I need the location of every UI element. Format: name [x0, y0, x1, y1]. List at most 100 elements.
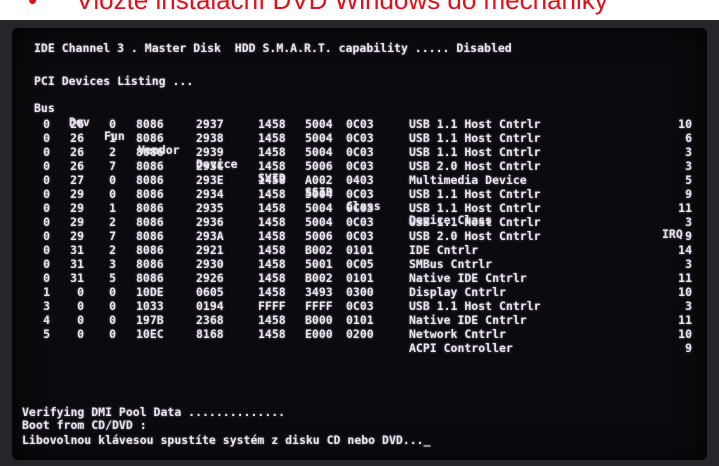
cell-device: 2368	[196, 313, 224, 327]
ide-channel-line: IDE Channel 3 . Master Disk HDD S.M.A.R.…	[34, 41, 512, 55]
cell-vendor: 8086	[136, 173, 164, 187]
cell-device: 293A	[196, 229, 224, 243]
cell-bus: 4	[43, 313, 50, 327]
cell-bus: 0	[43, 173, 50, 187]
cell-irq: 10	[678, 327, 692, 341]
cell-svid: 1458	[258, 117, 286, 131]
cell-irq: 14	[678, 243, 692, 257]
cell-dev: 0	[77, 313, 84, 327]
cell-ssid: B002	[305, 271, 333, 285]
cell-bus: 0	[43, 187, 50, 201]
cell-vendor: 8086	[136, 131, 164, 145]
cell-irq: 6	[685, 131, 692, 145]
cell-dev: 31	[70, 243, 84, 257]
cell-class: 0C03	[346, 201, 374, 215]
table-row: 0 29 0 8086 2934 1458 5004 0C03 USB 1.1 Host Cnt…	[12, 187, 707, 201]
cell-irq: 3	[685, 299, 692, 313]
table-row: 0 26 2 8086 2939 1458 5004 0C03 USB 1.1 Host Cnt…	[12, 145, 707, 159]
cell-irq: 3	[685, 159, 692, 173]
cell-device-class: USB 1.1 Host Cntrlr	[409, 131, 541, 145]
cell-irq: 5	[685, 173, 692, 187]
cell-dev: 29	[70, 187, 84, 201]
caption-text: Vložte instalační DVD Windows do mechani…	[76, 0, 608, 15]
cell-device: 293E	[196, 173, 224, 187]
cell-fun: 0	[109, 187, 116, 201]
cell-device: 2921	[196, 243, 224, 257]
cell-svid: 1458	[258, 229, 286, 243]
cell-svid: 1458	[258, 257, 286, 271]
boot-cd-line: Boot from CD/DVD :	[22, 418, 147, 432]
cell-vendor: 8086	[136, 201, 164, 215]
bios-screen: IDE Channel 3 . Master Disk HDD S.M.A.R.…	[12, 28, 707, 460]
cell-ssid: 5001	[305, 257, 333, 271]
cell-fun: 1	[109, 201, 116, 215]
cell-svid: 1458	[258, 243, 286, 257]
cell-device: 293C	[196, 159, 224, 173]
cell-bus: 0	[43, 215, 50, 229]
table-row: 5 0 0 10EC 8168 1458 E000 0200 Network Cntrlr 10	[12, 327, 707, 341]
cell-class: 0101	[346, 243, 374, 257]
cell-ssid: E000	[305, 327, 333, 341]
cell-vendor: 8086	[136, 243, 164, 257]
cell-device-class: USB 1.1 Host Cntrlr	[409, 299, 541, 313]
text-cursor: .._	[409, 433, 431, 447]
cell-fun: 2	[109, 243, 116, 257]
cell-vendor: 197B	[136, 313, 164, 327]
cell-fun: 0	[109, 313, 116, 327]
cell-device-class: USB 2.0 Host Cntrlr	[409, 229, 541, 243]
photo-frame: IDE Channel 3 . Master Disk HDD S.M.A.R.…	[0, 20, 719, 466]
table-row: 0 31 3 8086 2930 1458 5001 0C05 SMBus Cntrlr 3	[12, 257, 707, 271]
table-row: 0 26 0 8086 2937 1458 5004 0C03 USB 1.1 Host Cnt…	[12, 117, 707, 131]
cell-vendor: 8086	[136, 159, 164, 173]
table-row: 0 29 2 8086 2936 1458 5004 0C03 USB 1.1 Host Cnt…	[12, 215, 707, 229]
cell-ssid: B000	[305, 313, 333, 327]
cell-device-class: USB 1.1 Host Cntrlr	[409, 187, 541, 201]
table-row: 4 0 0 197B 2368 1458 B000 0101 Native IDE Cntrlr…	[12, 313, 707, 327]
cell-irq: 10	[678, 117, 692, 131]
cell-device-class: Display Cntrlr	[409, 285, 506, 299]
cell-dev: 0	[77, 285, 84, 299]
cell-class: 0C03	[346, 229, 374, 243]
cell-class: 0C03	[346, 215, 374, 229]
cell-device: 2938	[196, 131, 224, 145]
table-row: 0 26 1 8086 2938 1458 5004 0C03 USB 1.1 Host Cnt…	[12, 131, 707, 145]
cell-bus: 0	[43, 131, 50, 145]
cell-dev: 31	[70, 271, 84, 285]
cell-fun: 2	[109, 145, 116, 159]
cell-device: 0194	[196, 299, 224, 313]
table-row: 0 29 7 8086 293A 1458 5006 0C03 USB 2.0 Host Cnt…	[12, 229, 707, 243]
cell-svid: FFFF	[258, 299, 286, 313]
cell-ssid: 5004	[305, 215, 333, 229]
cell-svid: 1458	[258, 327, 286, 341]
table-row: 1 0 0 10DE 0605 1458 3493 0300 Display Cntrlr 10	[12, 285, 707, 299]
cell-irq: 9	[685, 341, 692, 355]
cell-fun: 0	[109, 299, 116, 313]
cell-dev: 29	[70, 215, 84, 229]
cell-dev: 26	[70, 117, 84, 131]
cell-device-class: Multimedia Device	[409, 173, 527, 187]
cell-device-class: USB 2.0 Host Cntrlr	[409, 159, 541, 173]
cell-fun: 2	[109, 215, 116, 229]
cell-device-class: IDE Cntrlr	[409, 243, 479, 257]
cell-class: 0C03	[346, 117, 374, 131]
cell-dev: 0	[77, 299, 84, 313]
cell-fun: 7	[109, 229, 116, 243]
cell-ssid: 5004	[305, 117, 333, 131]
cell-fun: 0	[109, 327, 116, 341]
cell-svid: 1458	[258, 285, 286, 299]
cell-class: 0C03	[346, 159, 374, 173]
cell-ssid: 5006	[305, 159, 333, 173]
cell-dev: 26	[70, 159, 84, 173]
cell-vendor: 8086	[136, 145, 164, 159]
cell-device: 2934	[196, 187, 224, 201]
cell-fun: 0	[109, 117, 116, 131]
cell-bus: 0	[43, 229, 50, 243]
cell-device-class: USB 1.1 Host Cntrlr	[409, 215, 541, 229]
cell-irq: 11	[678, 271, 692, 285]
cell-ssid: 5004	[305, 187, 333, 201]
boot-prompt-text: Libovolnou klávesou spustíte systém z di…	[22, 433, 410, 447]
cell-dev: 0	[77, 327, 84, 341]
cell-vendor: 10EC	[136, 327, 164, 341]
cell-svid: 1458	[258, 145, 286, 159]
cell-svid: 1458	[258, 187, 286, 201]
